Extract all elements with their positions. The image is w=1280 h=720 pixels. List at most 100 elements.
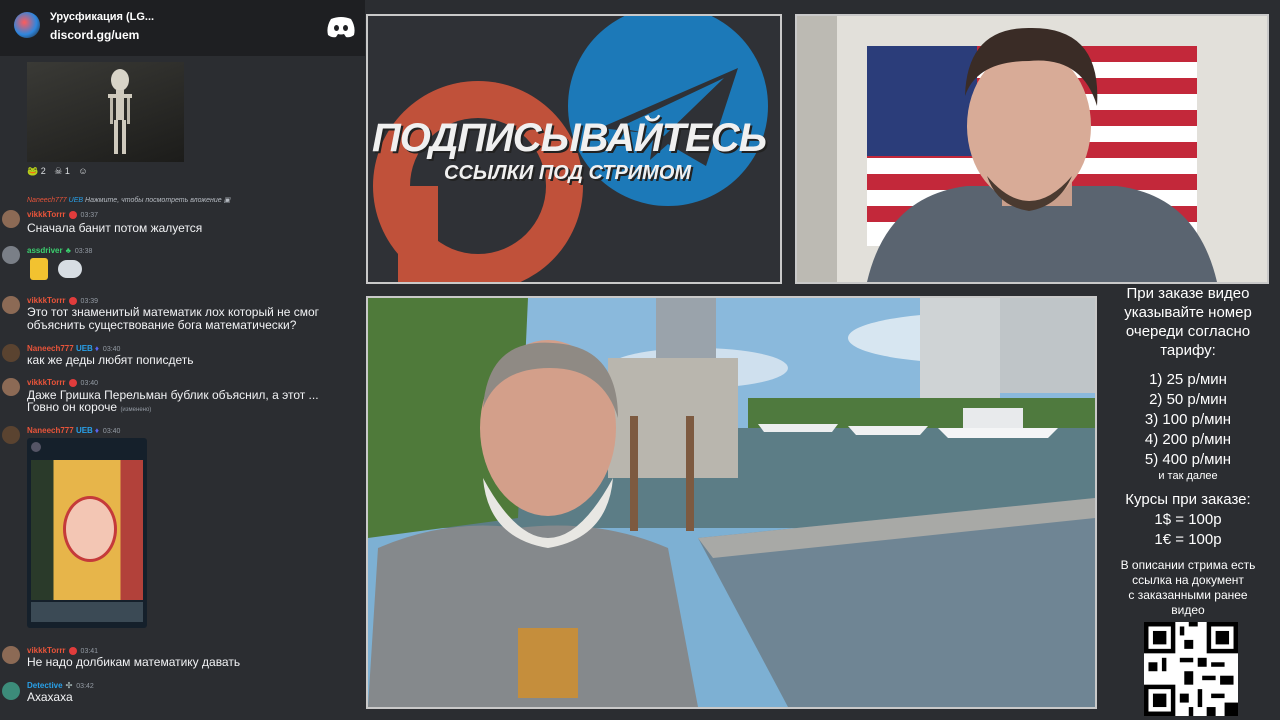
edited-label: (изменено) — [120, 407, 152, 413]
username-text: assdriver — [27, 246, 63, 255]
discord-logo-icon — [327, 17, 355, 38]
tariff-item: 2) 50 р/мин — [1149, 391, 1227, 408]
avatar[interactable] — [2, 210, 20, 228]
chat-message: vikkkTorrr 03:41 Не надо долбикам математ… — [0, 644, 365, 672]
timestamp: 03:40 — [102, 428, 121, 435]
user-tag: UEB — [75, 344, 93, 353]
detective-badge-icon: ✣ — [65, 681, 73, 690]
tweet-avatar — [31, 442, 41, 452]
note-line: ссылка на документ — [1132, 573, 1244, 587]
chat-panel: 🐸 2 ☠ 1 ☺ Naneech777 UEB Нажмите, чтобы … — [0, 0, 365, 720]
video-scene — [368, 298, 1095, 707]
frog-emoji-icon: 🐸 — [27, 166, 39, 176]
promo-banner: ПОДПИСЫВАЙТЕСЬ ССЫЛКИ ПОД СТРИМОМ — [366, 14, 782, 284]
webcam-feed — [795, 14, 1269, 284]
reactions-bar: 🐸 2 ☠ 1 ☺ — [27, 166, 94, 177]
rates-title: Курсы при заказе: — [1125, 491, 1251, 508]
webcam-scene — [797, 16, 1267, 282]
timestamp: 03:39 — [80, 298, 99, 305]
tariff-item: 3) 100 р/мин — [1144, 411, 1232, 428]
reply-text: Нажмите, чтобы посмотреть вложение — [85, 197, 222, 204]
main-video — [366, 296, 1097, 709]
skeleton-image-attachment[interactable] — [27, 62, 184, 162]
avatar[interactable] — [2, 378, 20, 396]
reply-reference[interactable]: Naneech777 UEB Нажмите, чтобы посмотреть… — [27, 196, 230, 204]
badge-icon — [68, 296, 77, 305]
rate-item: 1€ = 100р — [1154, 531, 1222, 548]
username-text: vikkkTorrr — [27, 646, 66, 655]
frog-emoji-reaction[interactable]: 🐸 2 — [27, 166, 46, 177]
username[interactable]: vikkkTorrr 03:39 — [27, 296, 98, 305]
badge-icon — [68, 646, 77, 655]
message-text: Не надо долбикам математику давать — [27, 655, 241, 669]
avatar[interactable] — [2, 682, 20, 700]
skull-emoji-icon: ☠ — [54, 166, 63, 176]
note-line: В описании стрима есть — [1120, 558, 1256, 572]
tariff-item: 4) 200 р/мин — [1144, 431, 1232, 448]
cloud-emoji-icon — [58, 260, 82, 278]
server-icon[interactable] — [14, 12, 40, 38]
avatar[interactable] — [2, 246, 20, 264]
reaction-count: 1 — [64, 166, 70, 176]
info-heading-line: При заказе видео — [1126, 285, 1250, 302]
username-text: vikkkTorrr — [27, 378, 66, 387]
skeleton-figure — [108, 69, 132, 154]
user-tag: UEB — [68, 197, 84, 204]
timestamp: 03:40 — [102, 346, 121, 353]
message-text: Ахахаха — [27, 690, 73, 704]
avatar[interactable] — [2, 426, 20, 444]
username-text: Naneech777 — [27, 344, 74, 353]
timestamp: 03:42 — [76, 683, 94, 690]
promo-subtitle: ССЫЛКИ ПОД СТРИМОМ — [444, 162, 692, 184]
username[interactable]: Naneech777 UEB ♦ 03:40 — [27, 426, 120, 435]
tariff-etc: и так далее — [1158, 470, 1218, 482]
username[interactable]: Detective ✣ 03:42 — [27, 681, 94, 690]
username[interactable]: vikkkTorrr 03:37 — [27, 210, 98, 219]
image-icon: ▣ — [223, 197, 231, 204]
avatar[interactable] — [2, 296, 20, 314]
user-tag: UEB — [75, 426, 93, 435]
tweet-image-attachment[interactable] — [27, 438, 147, 628]
username-text: Naneech777 — [27, 426, 74, 435]
chat-message: vikkkTorrr 03:37 Сначала банит потом жалу… — [0, 208, 365, 236]
server-name: Урусфикация (LG... — [50, 11, 155, 23]
message-text: Сначала банит потом жалуется — [27, 221, 203, 235]
chat-message: Detective ✣ 03:42 Ахахаха — [0, 680, 365, 708]
skull-emoji-reaction[interactable]: ☠ 1 — [54, 166, 70, 177]
chat-message: assdriver ♣ 03:38 — [0, 244, 365, 284]
username-text: vikkkTorrr — [27, 210, 66, 219]
server-invite-link[interactable]: discord.gg/uem — [50, 28, 139, 42]
tariff-info: При заказе видео указывайте номер очеред… — [1096, 282, 1280, 720]
message-text: Это тот знаменитый математик лох который… — [27, 305, 320, 319]
juice-box-emoji-icon — [30, 258, 48, 280]
avatar[interactable] — [2, 344, 20, 362]
chat-message: vikkkTorrr 03:40 Даже Гришка Перельман бу… — [0, 376, 365, 416]
reaction-count: 2 — [40, 166, 46, 176]
timestamp: 03:41 — [80, 648, 99, 655]
qr-code-icon — [1144, 622, 1238, 716]
username[interactable]: assdriver ♣ 03:38 — [27, 246, 92, 255]
username[interactable]: Naneech777 UEB ♦ 03:40 — [27, 344, 120, 353]
chat-message: Naneech777 UEB ♦ 03:40 — [0, 424, 365, 444]
poster-image — [31, 460, 143, 600]
info-heading-line: указывайте номер — [1124, 304, 1252, 321]
rate-item: 1$ = 100р — [1154, 511, 1222, 528]
timestamp: 03:37 — [80, 212, 99, 219]
reply-username: Naneech777 — [27, 197, 67, 204]
street-photo — [31, 602, 143, 622]
message-text: как же деды любят пописдеть — [27, 353, 194, 367]
username[interactable]: vikkkTorrr 03:41 — [27, 646, 98, 655]
username[interactable]: vikkkTorrr 03:40 — [27, 378, 98, 387]
info-heading-line: тарифу: — [1160, 342, 1216, 359]
plant-badge-icon: ♣ — [65, 246, 71, 255]
message-text-line2: Говно он короче — [27, 400, 118, 414]
note-line: видео — [1171, 603, 1205, 617]
tariff-item: 1) 25 р/мин — [1149, 371, 1227, 388]
username-text: vikkkTorrr — [27, 296, 66, 305]
chat-message: vikkkTorrr 03:39 Это тот знаменитый матем… — [0, 294, 365, 334]
info-heading-line: очереди согласно — [1125, 323, 1251, 340]
username-text: Detective — [27, 681, 63, 690]
timestamp: 03:38 — [74, 248, 93, 255]
avatar[interactable] — [2, 646, 20, 664]
add-reaction-icon[interactable]: ☺ — [78, 166, 87, 176]
